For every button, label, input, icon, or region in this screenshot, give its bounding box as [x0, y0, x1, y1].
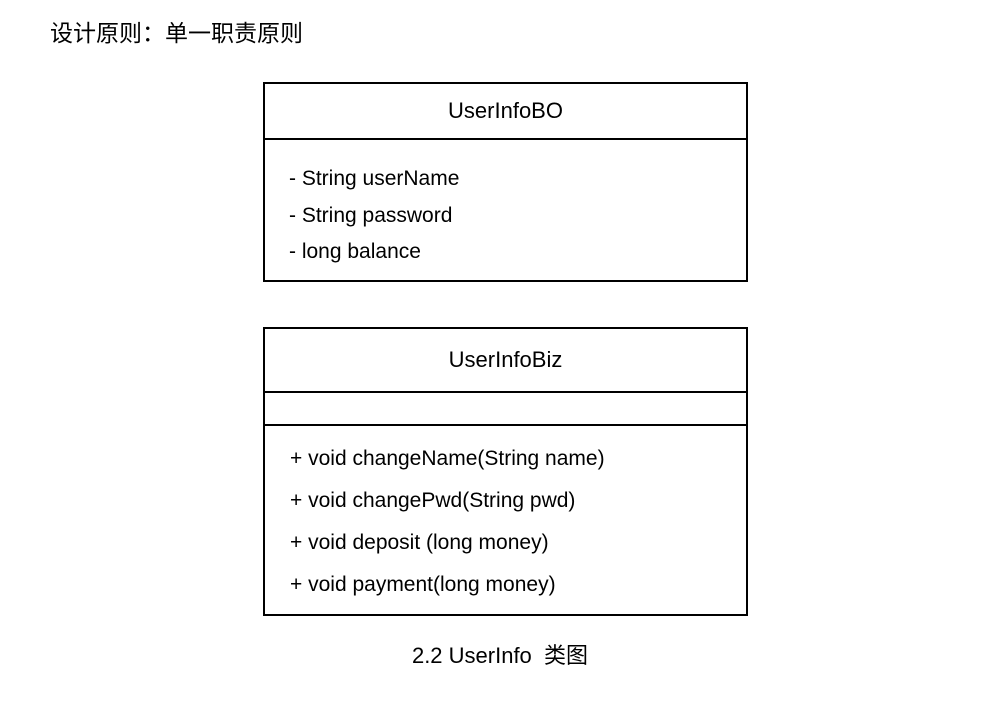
caption-text: 2.2 UserInfo 类图 — [411, 643, 589, 668]
class-name: UserInfoBO — [265, 84, 746, 140]
class-name: UserInfoBiz — [265, 329, 746, 393]
method-item: + void deposit (long money) — [290, 531, 549, 554]
attribute-item: - String password — [289, 203, 453, 227]
method-item: + void payment(long money) — [290, 573, 556, 596]
method-item: + void changeName(String name) — [290, 447, 605, 470]
method-item: + void changePwd(String pwd) — [290, 489, 576, 512]
methods-section: + void changeName(String name) + void ch… — [265, 426, 746, 614]
class-box-userinfobiz: UserInfoBiz + void changeName(String nam… — [263, 327, 748, 616]
diagram-caption: 2.2 UserInfo 类图 — [0, 640, 1000, 673]
attribute-item: - long balance — [289, 240, 421, 263]
attributes-section-empty — [265, 393, 746, 426]
attributes-section: - String userName - String password - lo… — [265, 140, 746, 280]
class-box-userinfobo: UserInfoBO - String userName - String pa… — [263, 82, 748, 282]
attribute-item: - String userName — [289, 167, 460, 190]
page-title: 设计原则：单一职责原则 — [50, 21, 303, 47]
